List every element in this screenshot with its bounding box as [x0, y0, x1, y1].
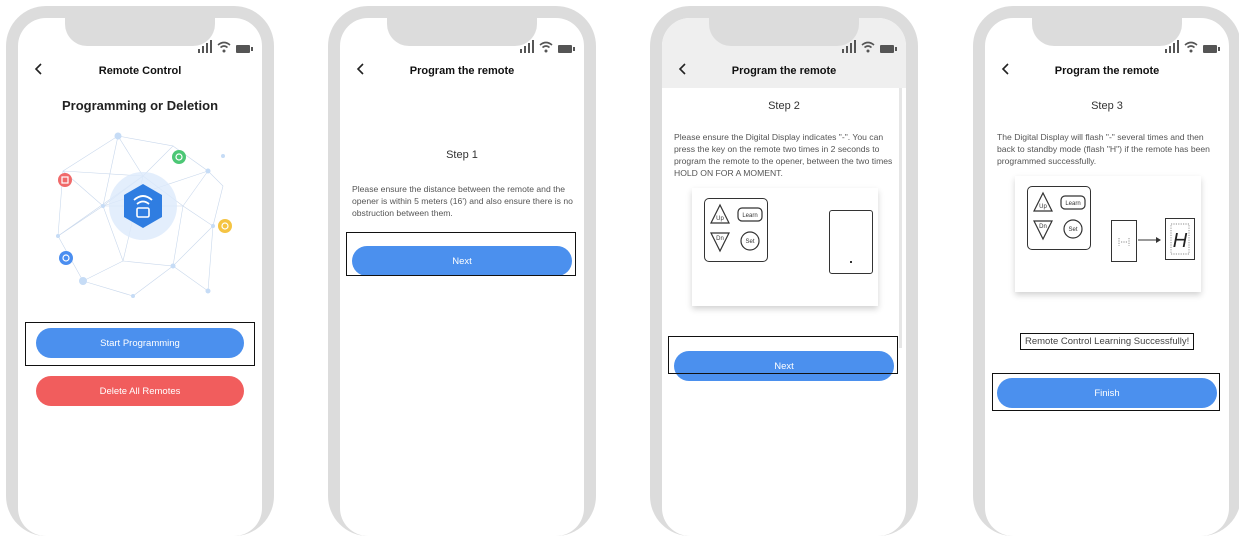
page-title: Program the remote	[1054, 65, 1160, 77]
status-bar	[520, 40, 575, 53]
signal-icon	[520, 40, 534, 53]
screen-remote-control: Remote Control Programming or Deletion S…	[18, 18, 262, 536]
learn-key-label: Learn	[742, 213, 757, 219]
wifi-icon	[539, 41, 553, 53]
wifi-icon	[217, 41, 231, 53]
battery-icon	[236, 45, 253, 53]
screen-step-1: Program the remote Step 1 Please ensure …	[340, 18, 584, 536]
wifi-icon	[861, 41, 875, 53]
battery-icon	[558, 45, 575, 53]
down-key-label: Dn	[1039, 224, 1047, 230]
set-key-label: Set	[1068, 227, 1077, 233]
screen-step-2: Program the remote Step 2 Please ensure …	[662, 18, 906, 536]
display-dot	[850, 261, 852, 263]
status-bar	[1165, 40, 1220, 53]
wifi-icon	[1184, 41, 1198, 53]
success-message: Remote Control Learning Successfully!	[1020, 333, 1195, 350]
notch	[709, 18, 859, 46]
up-key-label: Up	[1039, 204, 1047, 210]
step-instructions: Please ensure the distance between the r…	[352, 184, 573, 218]
battery-icon	[1203, 45, 1220, 53]
step-instructions: Please ensure the Digital Display indica…	[674, 132, 893, 178]
notch	[1032, 18, 1182, 46]
remote-illustration: Up Learn Dn Set	[1027, 186, 1091, 250]
standby-display-illustration	[1111, 220, 1137, 262]
page-title: Remote Control	[98, 65, 182, 77]
phone-frame-4: Program the remote Step 3 The Digital Di…	[973, 6, 1239, 536]
highlight-box-next	[668, 336, 898, 374]
page-title: Program the remote	[409, 65, 515, 77]
remote-illustration: Up Learn Dn Set	[704, 198, 768, 262]
digital-display-illustration	[829, 210, 873, 274]
illustration-card: Up Learn Dn Set	[692, 188, 878, 306]
screen-step-3: Program the remote Step 3 The Digital Di…	[985, 18, 1229, 536]
step-label: Step 1	[446, 149, 478, 161]
section-heading: Programming or Deletion	[61, 98, 219, 113]
step-label: Step 3	[1091, 100, 1123, 112]
highlight-box-next	[346, 232, 576, 276]
delete-all-remotes-button[interactable]: Delete All Remotes	[36, 376, 244, 406]
scrollbar[interactable]	[899, 88, 902, 348]
signal-icon	[842, 40, 856, 53]
status-bar	[198, 40, 253, 53]
step-instructions: The Digital Display will flash "-" sever…	[997, 132, 1210, 166]
remote-network-illustration	[56, 132, 232, 298]
highlight-box-start	[25, 322, 255, 366]
arrow-right-icon	[1138, 237, 1161, 243]
notch	[387, 18, 537, 46]
up-key-label: Up	[716, 216, 724, 222]
page-title: Program the remote	[731, 65, 837, 77]
battery-icon	[880, 45, 897, 53]
flash-display-illustration: H	[1165, 218, 1195, 260]
learn-key-label: Learn	[1065, 201, 1080, 207]
signal-icon	[1165, 40, 1179, 53]
display-char: H	[1173, 230, 1188, 252]
notch	[65, 18, 215, 46]
step-label: Step 2	[768, 100, 800, 112]
illustration-card: Up Learn Dn Set H	[1015, 176, 1201, 292]
status-bar	[842, 40, 897, 53]
highlight-box-finish	[992, 373, 1220, 411]
phone-frame-3: Program the remote Step 2 Please ensure …	[650, 6, 918, 536]
down-key-label: Dn	[716, 236, 724, 242]
set-key-label: Set	[745, 239, 754, 245]
signal-icon	[198, 40, 212, 53]
phone-frame-1: Remote Control Programming or Deletion S…	[6, 6, 274, 536]
